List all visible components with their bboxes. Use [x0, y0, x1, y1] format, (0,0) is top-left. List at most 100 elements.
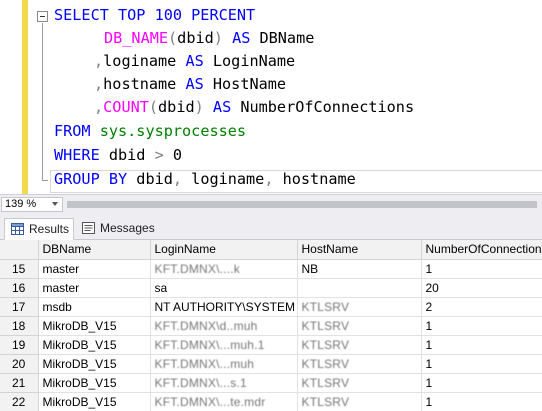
table-row[interactable]: 15 master KFT.DMNX\....k NB 1: [0, 259, 542, 279]
table-cell[interactable]: KTLSRV: [297, 392, 422, 411]
table-row[interactable]: 22 MikroDB_V15 KFT.DMNX\...te.mdr KTLSRV 1: [0, 392, 542, 411]
code-line[interactable]: ,COUNT(dbid) AS NumberOfConnections: [94, 96, 414, 119]
tab-messages-label: Messages: [100, 221, 155, 235]
table-cell[interactable]: 1: [421, 335, 542, 355]
sql-editor[interactable]: SELECT TOP 100 PERCENT DB_NAME(dbid) AS D…: [0, 0, 542, 194]
code-line[interactable]: SELECT TOP 100 PERCENT: [54, 4, 255, 27]
code-token: AS: [232, 29, 251, 47]
row-number-cell[interactable]: 20: [0, 354, 39, 374]
table-cell[interactable]: MikroDB_V15: [38, 392, 151, 411]
row-number-cell[interactable]: 16: [0, 278, 39, 298]
code-line[interactable]: GROUP BY dbid, loginame, hostname: [54, 168, 356, 191]
table-cell[interactable]: master: [38, 278, 151, 298]
code-token: loginame: [182, 170, 265, 188]
code-token: dbid: [158, 98, 195, 116]
table-cell[interactable]: KTLSRV: [297, 354, 422, 374]
code-token: ): [213, 29, 223, 47]
table-row[interactable]: 17 msdb NT AUTHORITY\SYSTEM KTLSRV 2: [0, 297, 542, 317]
code-token: 0: [163, 146, 183, 164]
column-header-loginname[interactable]: LoginName: [150, 240, 298, 260]
table-row[interactable]: 16 master sa 20: [0, 278, 542, 298]
table-row[interactable]: 19 MikroDB_V15 KFT.DMNX\...muh.1 KTLSRV 1: [0, 335, 542, 355]
table-cell[interactable]: KFT.DMNX\d..muh: [150, 316, 298, 336]
table-cell[interactable]: KTLSRV: [297, 373, 422, 393]
table-cell[interactable]: MikroDB_V15: [38, 316, 151, 336]
code-token: (: [148, 98, 159, 116]
table-cell[interactable]: sa: [150, 278, 298, 298]
table-row[interactable]: 18 MikroDB_V15 KFT.DMNX\d..muh KTLSRV 1: [0, 316, 542, 336]
table-cell[interactable]: KTLSRV: [297, 297, 422, 317]
code-token: dbid: [177, 29, 214, 47]
code-token: COUNT: [103, 98, 149, 116]
code-line[interactable]: FROM sys.sysprocesses: [54, 120, 246, 143]
chevron-down-icon[interactable]: [52, 202, 58, 206]
column-header-hostname[interactable]: HostName: [297, 240, 422, 260]
table-cell[interactable]: msdb: [38, 297, 151, 317]
table-cell[interactable]: KFT.DMNX\....k: [150, 259, 298, 279]
row-number-cell[interactable]: 18: [0, 316, 39, 336]
table-cell[interactable]: 1: [421, 259, 542, 279]
code-line[interactable]: ,loginame AS LoginName: [94, 50, 295, 73]
table-cell[interactable]: MikroDB_V15: [38, 335, 151, 355]
code-token: FROM: [54, 122, 91, 140]
table-cell[interactable]: KTLSRV: [297, 335, 422, 355]
zoom-dropdown[interactable]: 139 %: [1, 197, 63, 212]
code-token: ,: [94, 52, 104, 70]
code-token: WHERE: [54, 146, 100, 164]
row-number-cell[interactable]: 19: [0, 335, 39, 355]
table-cell[interactable]: KFT.DMNX\...muh: [150, 354, 298, 374]
table-cell[interactable]: 1: [421, 316, 542, 336]
horizontal-scrollbar[interactable]: [67, 199, 542, 210]
tab-messages[interactable]: Messages: [76, 218, 155, 240]
code-token: dbid: [99, 146, 155, 164]
column-header-dbname[interactable]: DBName: [38, 240, 151, 260]
table-cell[interactable]: KFT.DMNX\...te.mdr: [150, 392, 298, 411]
code-token: (: [168, 29, 178, 47]
outline-guide: [42, 23, 43, 181]
code-token: DBName: [250, 29, 315, 47]
tab-results-label: Results: [29, 222, 70, 236]
results-grid[interactable]: DBName LoginName HostName NumberOfConnec…: [0, 240, 542, 411]
code-line[interactable]: WHERE dbid > 0: [54, 144, 182, 167]
code-token: ,: [94, 98, 104, 116]
table-cell[interactable]: 1: [421, 392, 542, 411]
table-cell[interactable]: NB: [297, 259, 422, 279]
row-number-cell[interactable]: 21: [0, 373, 39, 393]
table-cell[interactable]: 20: [421, 278, 542, 298]
code-token: hostname: [103, 75, 186, 93]
table-cell[interactable]: KTLSRV: [297, 316, 422, 336]
tab-results[interactable]: Results: [4, 218, 74, 240]
column-header-numberofconnections[interactable]: NumberOfConnections: [421, 240, 542, 260]
change-tracking-bar: [22, 0, 28, 194]
table-cell[interactable]: 1: [421, 354, 542, 374]
table-cell[interactable]: master: [38, 259, 151, 279]
results-tab-strip: Results Messages: [0, 213, 542, 240]
code-token: LoginName: [203, 52, 296, 70]
table-row[interactable]: 21 MikroDB_V15 KFT.DMNX\...s.1 KTLSRV 1: [0, 373, 542, 393]
code-token: hostname: [273, 170, 356, 188]
code-token: DB_NAME: [104, 29, 169, 47]
scrollbar-thumb[interactable]: [67, 201, 537, 208]
grid-corner-cell[interactable]: [0, 240, 39, 260]
collapse-region-icon[interactable]: [37, 11, 48, 22]
grid-header-row: DBName LoginName HostName NumberOfConnec…: [0, 240, 542, 260]
table-cell[interactable]: KFT.DMNX\...muh.1: [150, 335, 298, 355]
table-cell[interactable]: [297, 278, 422, 298]
code-token: HostName: [203, 75, 287, 93]
grid-body: 15 master KFT.DMNX\....k NB 1 16 master sa 20 17 m…: [0, 259, 542, 411]
editor-margin: [0, 0, 22, 194]
table-cell[interactable]: 2: [421, 297, 542, 317]
table-cell[interactable]: NT AUTHORITY\SYSTEM: [150, 297, 298, 317]
code-line[interactable]: DB_NAME(dbid) AS DBName: [104, 27, 314, 50]
table-cell[interactable]: KFT.DMNX\...s.1: [150, 373, 298, 393]
table-cell[interactable]: 1: [421, 373, 542, 393]
row-number-cell[interactable]: 17: [0, 297, 39, 317]
table-cell[interactable]: MikroDB_V15: [38, 354, 151, 374]
row-number-cell[interactable]: 22: [0, 392, 39, 411]
code-line[interactable]: ,hostname AS HostName: [94, 73, 286, 96]
row-number-cell[interactable]: 15: [0, 259, 39, 279]
table-row[interactable]: 20 MikroDB_V15 KFT.DMNX\...muh KTLSRV 1: [0, 354, 542, 374]
table-cell[interactable]: MikroDB_V15: [38, 373, 151, 393]
